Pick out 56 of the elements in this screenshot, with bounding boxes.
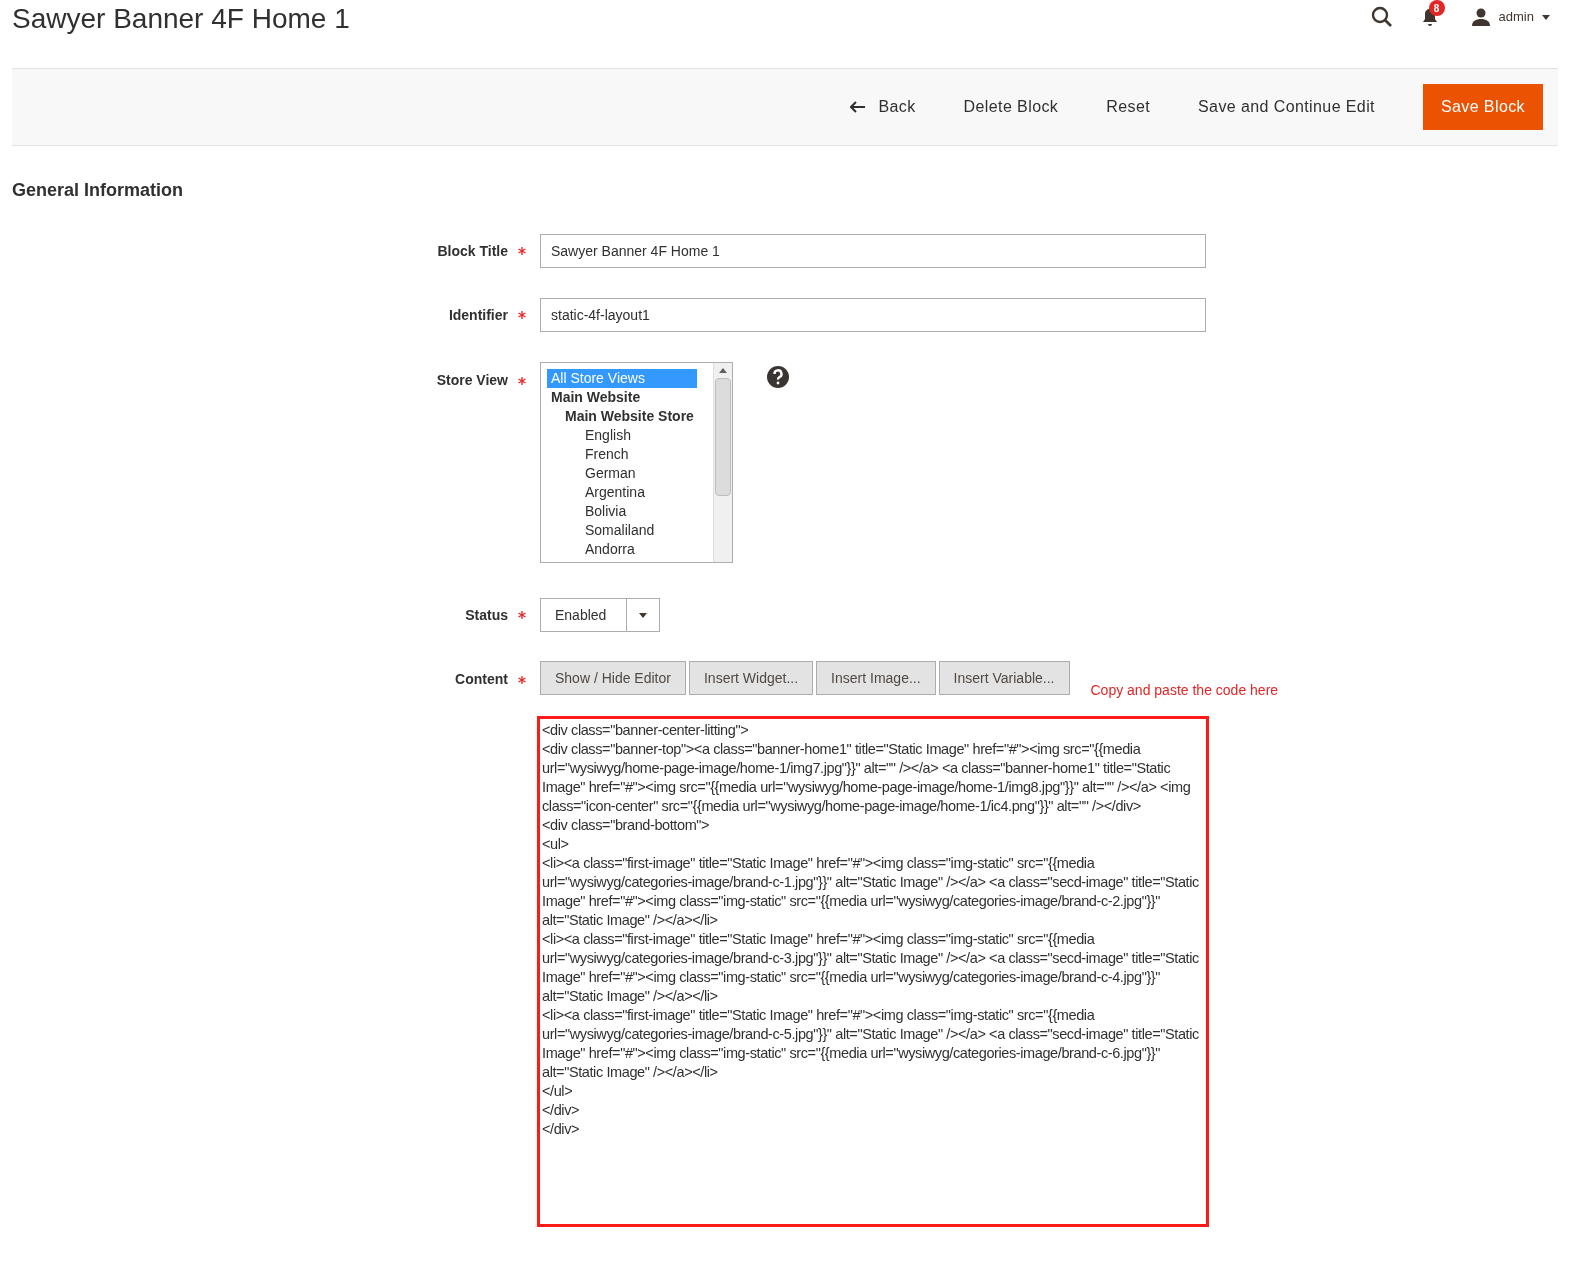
action-button[interactable]: Delete Block [963, 95, 1059, 119]
scrollbar[interactable] [713, 363, 732, 562]
store-view-option[interactable]: Main Website Store [547, 407, 713, 426]
user-icon [1470, 8, 1491, 26]
required-asterisk-icon [518, 376, 526, 385]
annotation-text: Copy and paste the code here [1090, 681, 1279, 700]
page-title: Sawyer Banner 4F Home 1 [12, 2, 350, 36]
editor-button[interactable]: Insert Widget... [688, 661, 814, 695]
store-view-option[interactable]: French [547, 445, 713, 464]
scroll-up-icon[interactable] [719, 368, 727, 373]
required-asterisk-icon [518, 247, 526, 255]
help-icon[interactable] [766, 365, 790, 389]
field-label: Status [465, 605, 508, 625]
field-label: Identifier [448, 305, 508, 325]
required-asterisk-icon [518, 611, 526, 619]
editor-button[interactable]: Insert Image... [816, 661, 936, 695]
back-button[interactable]: Back [850, 95, 916, 119]
arrow-left-icon [850, 101, 867, 113]
code-line: <li><a class="first-image" title="Static Image" href="#"><img class="img-static" src="{{media url="wysiwyg/categories-image/brand-c-1.jpg"}}" alt="Static Image" /></a> <a class="secd-image" title="Static Image" href="#"><img class="img-static" src="{{media url="wysiwyg/categories-image/brand-c-2.jpg"}}" alt="Static Image" /></a></li> [542, 854, 1200, 930]
code-line: </div> [542, 1120, 581, 1139]
save-button[interactable]: Save Block [1422, 84, 1543, 130]
field-label: Block Title [437, 241, 508, 261]
store-view-option[interactable]: English [547, 426, 713, 445]
store-view-option[interactable]: Bolivia [547, 502, 713, 521]
required-asterisk-icon [518, 675, 526, 684]
store-view-option[interactable]: Argentina [547, 483, 713, 502]
field-label: Store View [436, 371, 508, 390]
code-line: </div> [542, 1101, 581, 1120]
caret-icon [639, 612, 647, 618]
caret-icon [1542, 14, 1550, 20]
user-menu[interactable]: admin [1498, 7, 1534, 27]
content-editor[interactable] [537, 716, 1209, 1227]
editor-button[interactable]: Show / Hide Editor [540, 661, 686, 695]
store-view-option[interactable]: Main Website [547, 388, 713, 407]
notification-badge: 8 [1428, 0, 1445, 16]
block-title-field[interactable]: Sawyer Banner 4F Home 1 [540, 234, 1206, 268]
identifier-field[interactable]: static-4f-layout1 [540, 298, 1206, 332]
code-line: <div class="banner-center-litting"> [542, 721, 750, 740]
field-label: Content [455, 670, 508, 689]
editor-button[interactable]: Insert Variable... [938, 661, 1070, 695]
action-button[interactable]: Save and Continue Edit [1198, 95, 1375, 119]
store-view-option[interactable]: Somaliland [547, 521, 713, 540]
required-asterisk-icon [518, 311, 526, 319]
store-view-list[interactable]: All Store Views Main Website Main Website Store English French German Argentina Bolivia Somaliland Andorra [540, 362, 733, 563]
section-title: General Information [12, 179, 185, 202]
code-line: <div class="banner-top"><a class="banner-home1" title="Static Image" href="#"><img src="{{media url="wysiwyg/home-page-image/home-1/img7.jpg"}}" alt="" /></a> <a class="banner-home1" title="Static Image" href="#"><img src="{{media url="wysiwyg/home-page-image/home-1/img8.jpg"}}" alt="" /></a> <img class="icon-center" src="{{media url="wysiwyg/home-page-image/home-1/ic4.png"}}" alt="" /></div> [542, 740, 1192, 816]
code-line: <ul> [542, 835, 570, 854]
code-line: <li><a class="first-image" title="Static Image" href="#"><img class="img-static" src="{{media url="wysiwyg/categories-image/brand-c-3.jpg"}}" alt="Static Image" /></a> <a class="secd-image" title="Static Image" href="#"><img class="img-static" src="{{media url="wysiwyg/categories-image/brand-c-4.jpg"}}" alt="Static Image" /></a></li> [542, 930, 1200, 1006]
search-icon[interactable] [1370, 6, 1393, 28]
code-line: <li><a class="first-image" title="Static Image" href="#"><img class="img-static" src="{{media url="wysiwyg/categories-image/brand-c-5.jpg"}}" alt="Static Image" /></a> <a class="secd-image" title="Static Image" href="#"><img class="img-static" src="{{media url="wysiwyg/categories-image/brand-c-6.jpg"}}" alt="Static Image" /></a></li> [542, 1006, 1200, 1082]
store-view-option[interactable]: Andorra [547, 540, 713, 559]
status-select[interactable]: Enabled [540, 598, 660, 632]
code-line: </ul> [542, 1082, 574, 1101]
code-line: <div class="brand-bottom"> [542, 816, 711, 835]
store-view-option[interactable]: German [547, 464, 713, 483]
action-button[interactable]: Reset [1106, 95, 1151, 119]
